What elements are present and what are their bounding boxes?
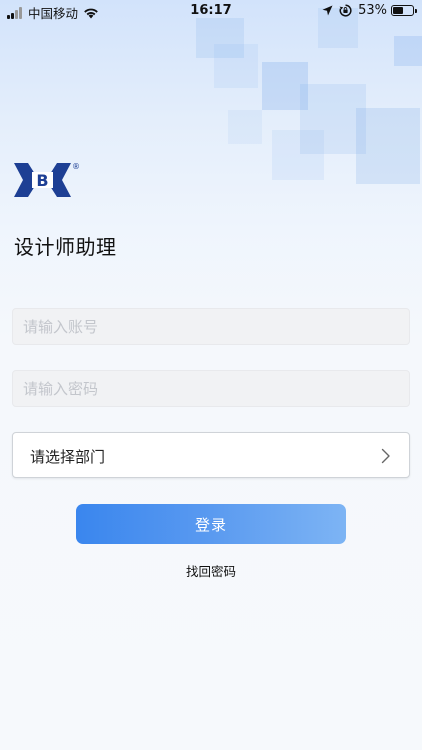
battery-percent: 53% <box>358 3 387 18</box>
forgot-password-link[interactable]: 找回密码 <box>0 561 422 580</box>
location-arrow-icon <box>322 5 333 16</box>
account-input[interactable] <box>12 308 410 345</box>
login-button[interactable]: 登录 <box>76 504 346 544</box>
company-logo: B ® <box>14 162 79 197</box>
background-decoration <box>394 36 422 66</box>
logo-letter: B <box>36 171 48 190</box>
login-screen: 中国移动 16:17 53% B ® 设计师助理 请输入账号 请选择部门 登录 … <box>0 0 422 750</box>
battery-fill <box>393 7 404 14</box>
background-decoration <box>228 110 262 144</box>
department-select-label: 请选择部门 <box>30 448 106 466</box>
registered-mark: ® <box>72 162 79 171</box>
background-decoration <box>356 108 420 184</box>
department-select[interactable]: 请选择部门 <box>12 432 410 478</box>
password-input[interactable] <box>12 370 410 407</box>
status-bar: 中国移动 16:17 53% <box>0 0 422 22</box>
background-decoration <box>214 44 258 88</box>
status-right: 53% <box>322 3 417 18</box>
app-title: 设计师助理 <box>14 235 117 259</box>
chevron-right-icon <box>381 448 390 464</box>
battery-icon <box>391 5 417 16</box>
background-decoration <box>272 130 324 180</box>
rotation-lock-icon <box>339 4 352 17</box>
battery-nub <box>415 9 417 13</box>
